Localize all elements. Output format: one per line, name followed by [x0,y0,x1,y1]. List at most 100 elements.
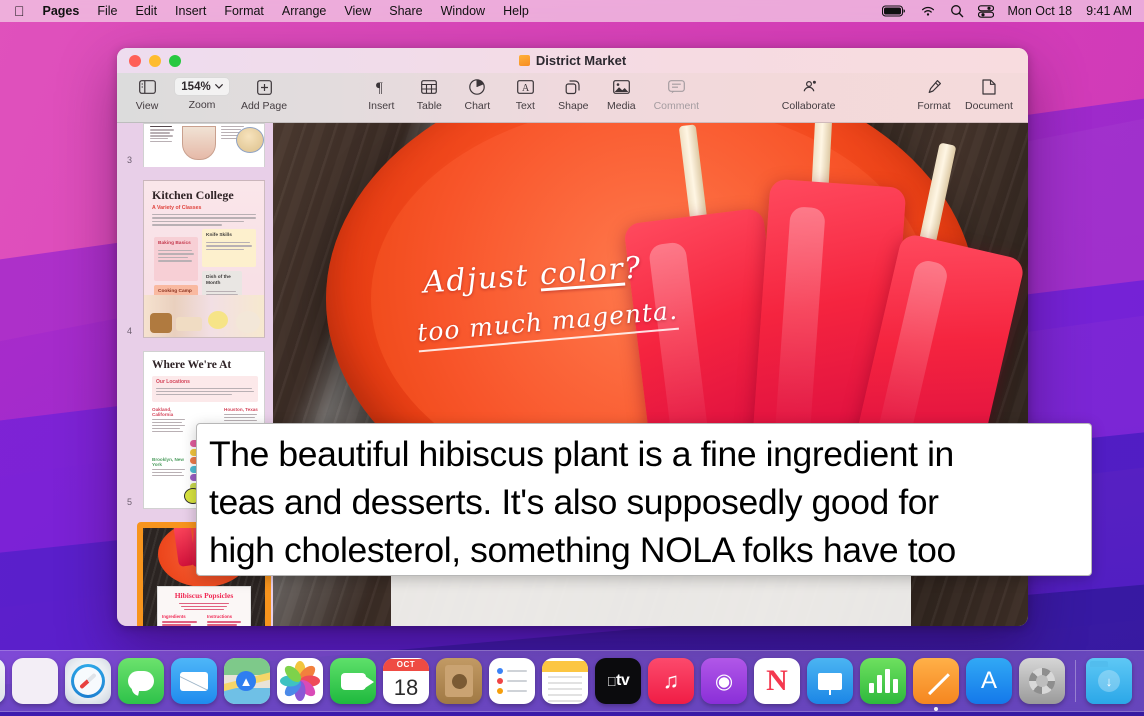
system-preferences-icon [1019,658,1065,704]
collaborate-button[interactable]: Collaborate [770,73,848,112]
media-button[interactable]: Media [597,73,645,112]
chart-button[interactable]: Chart [453,73,501,112]
thumbnail-preview [143,123,265,167]
dock[interactable]: ▲ OCT 18 tv ♫ ◉ N A ↓ [0,650,1144,712]
dock-item-music[interactable]: ♫ [648,658,694,704]
battery-icon[interactable] [881,5,906,17]
overlay-line-1: The beautiful hibiscus plant is a fine i… [209,434,954,474]
dock-item-numbers[interactable] [860,658,906,704]
view-button[interactable]: View [123,73,171,112]
dock-item-app-store[interactable]: A [966,658,1012,704]
dock-item-safari[interactable] [65,658,111,704]
dock-item-calendar[interactable]: OCT 18 [383,658,429,704]
menu-item-share[interactable]: Share [380,0,431,22]
pie-chart-icon [469,77,486,97]
menu-item-window[interactable]: Window [432,0,494,22]
shape-icon [565,77,581,97]
dock-item-tv[interactable]: tv [595,658,641,704]
thumbnail-page-3[interactable]: 3 [127,123,265,167]
thumbnail-block-label: Oakland, California [152,407,174,417]
dock-item-podcasts[interactable]: ◉ [701,658,747,704]
shape-button[interactable]: Shape [549,73,597,112]
dock-item-photos[interactable] [277,658,323,704]
thumbnail-title: Kitchen College [152,188,234,202]
dock-item-launchpad[interactable] [12,658,58,704]
menu-item-edit[interactable]: Edit [127,0,167,22]
menu-item-help[interactable]: Help [494,0,538,22]
menu-item-pages[interactable]: Pages [34,0,89,22]
mail-icon [171,658,217,704]
toolbar-right-group: Format Document [910,73,1028,112]
control-center-icon[interactable] [977,4,994,18]
contacts-icon [436,658,482,704]
menu-item-insert[interactable]: Insert [166,0,215,22]
dock-item-messages[interactable] [118,658,164,704]
document-title-text: District Market [535,53,627,68]
comment-button[interactable]: Comment [645,73,707,112]
media-image-icon [612,77,630,97]
dock-item-notes[interactable] [542,658,588,704]
download-arrow-glyph: ↓ [1098,670,1120,692]
text-zoom-overlay[interactable]: The beautiful hibiscus plant is a fine i… [196,423,1092,576]
notes-icon [542,658,588,704]
comment-label: Comment [653,100,700,112]
toolbar-left-group: View 154% Zoom Add Page [117,73,295,112]
add-page-label: Add Page [240,100,288,112]
news-glyph: N [766,664,788,697]
photos-icon [277,658,323,704]
dock-item-contacts[interactable] [436,658,482,704]
dock-item-news[interactable]: N [754,658,800,704]
dock-item-system-preferences[interactable] [1019,658,1065,704]
dock-item-reminders[interactable] [489,658,535,704]
search-icon[interactable] [950,4,964,18]
view-label: View [135,100,159,112]
thumbnail-page-4[interactable]: 4 Kitchen College A Variety of Classes B… [127,180,265,338]
wifi-icon[interactable] [920,5,936,17]
menu-bar-status: Mon Oct 18 9:41 AM [881,4,1144,18]
chevron-down-icon [214,84,223,89]
dock-item-keynote[interactable] [807,658,853,704]
menu-bar-date[interactable]: Mon Oct 18 [1008,4,1073,18]
zoom-button[interactable] [169,54,181,67]
dock-item-maps[interactable]: ▲ [224,658,270,704]
apple-logo-icon[interactable]:  [11,0,34,22]
dock-item-trash[interactable] [1139,658,1144,704]
document-button[interactable]: Document [958,73,1020,112]
menu-bar-time[interactable]: 9:41 AM [1086,4,1132,18]
format-label: Format [917,100,951,112]
format-button[interactable]: Format [910,73,958,112]
insert-button[interactable]: ¶ Insert [357,73,405,112]
zoom-control[interactable]: 154% Zoom [171,73,233,111]
window-titlebar[interactable]: District Market [117,48,1028,73]
table-button[interactable]: Table [405,73,453,112]
add-page-button[interactable]: Add Page [233,73,295,112]
table-label: Table [416,100,442,112]
plus-square-icon [256,77,272,97]
running-indicator [934,707,938,711]
insert-label: Insert [368,100,395,112]
thumbnail-block-label: Brooklyn, New York [152,457,184,467]
menu-item-arrange[interactable]: Arrange [273,0,335,22]
dock-item-pages[interactable] [913,658,959,711]
format-brush-icon [926,77,942,97]
music-glyph: ♫ [662,668,680,693]
window-controls [117,54,181,67]
music-icon: ♫ [648,658,694,704]
calendar-month: OCT [383,658,429,671]
text-button[interactable]: A Text [501,73,549,112]
thumbnail-block-label: Cooking Camp [158,289,192,294]
close-button[interactable] [129,54,141,67]
menu-item-format[interactable]: Format [215,0,273,22]
zoom-pill[interactable]: 154% [174,77,230,96]
dock-item-facetime[interactable] [330,658,376,704]
minimize-button[interactable] [149,54,161,67]
menu-item-file[interactable]: File [88,0,126,22]
numbers-icon [860,658,906,704]
dock-item-mail[interactable] [171,658,217,704]
menu-item-view[interactable]: View [335,0,380,22]
dock-item-downloads[interactable]: ↓ [1086,658,1132,704]
maps-icon: ▲ [224,658,270,704]
dock-item-finder[interactable] [0,658,5,704]
collaborate-person-icon [800,77,818,97]
media-label: Media [607,100,636,112]
